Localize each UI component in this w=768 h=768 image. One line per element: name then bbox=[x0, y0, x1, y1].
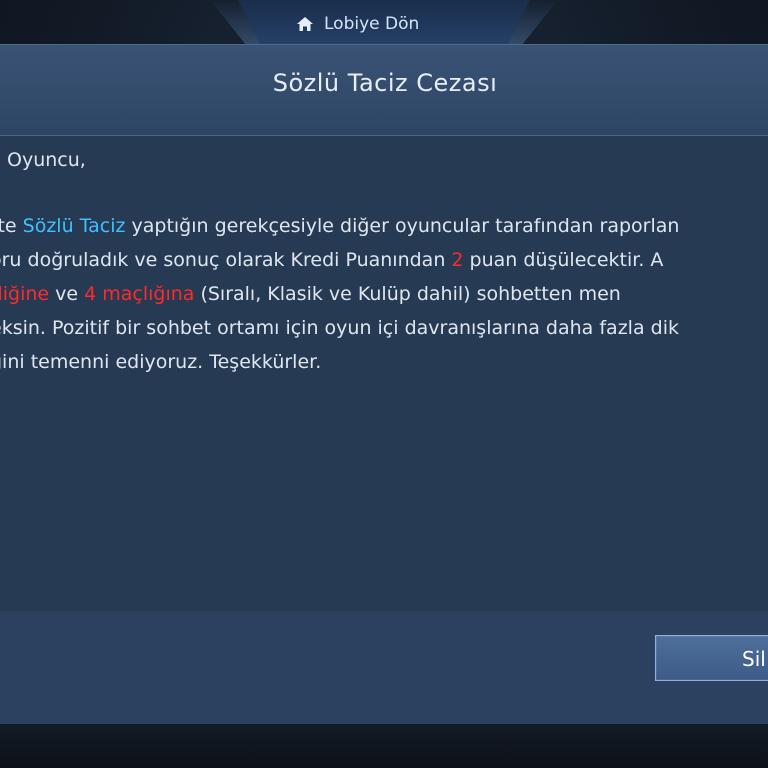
return-to-lobby-label: Lobiye Dön bbox=[324, 14, 420, 34]
message-line-2: oru doğruladık ve sonuç olarak Kredi Pua… bbox=[0, 249, 664, 271]
points-deducted: 2 bbox=[451, 249, 464, 271]
dialog-footer: Sil bbox=[0, 611, 768, 725]
message-line-3: tliğine ve 4 maçlığına (Sıralı, Klasik v… bbox=[0, 277, 621, 311]
ban-duration-matches: 4 maçlığına bbox=[84, 283, 195, 305]
penalty-dialog: Sözlü Taciz Cezası Oyuncu, tte Sözlü Tac… bbox=[0, 44, 768, 725]
message-line-5: ğini temenni ediyoruz. Teşekkürler. bbox=[0, 351, 322, 373]
message-line-1: tte Sözlü Taciz yaptığın gerekçesiyle di… bbox=[0, 215, 680, 237]
message-line-4: eksin. Pozitif bir sohbet ortamı için oy… bbox=[0, 317, 679, 339]
background-strip bbox=[0, 724, 768, 768]
game-screen: Lobiye Dön Sözlü Taciz Cezası Oyuncu, tt… bbox=[0, 0, 768, 768]
ban-duration-time: tliğine bbox=[0, 283, 50, 305]
dialog-title: Sözlü Taciz Cezası bbox=[272, 69, 498, 97]
message-greeting: Oyuncu, bbox=[7, 149, 86, 171]
offense-type: Sözlü Taciz bbox=[22, 215, 126, 237]
delete-button[interactable]: Sil bbox=[655, 635, 768, 681]
return-to-lobby-button[interactable]: Lobiye Dön bbox=[296, 10, 419, 38]
dialog-title-bar: Sözlü Taciz Cezası bbox=[0, 45, 768, 135]
message-panel: Oyuncu, tte Sözlü Taciz yaptığın gerekçe… bbox=[0, 135, 768, 613]
home-icon bbox=[296, 16, 314, 32]
